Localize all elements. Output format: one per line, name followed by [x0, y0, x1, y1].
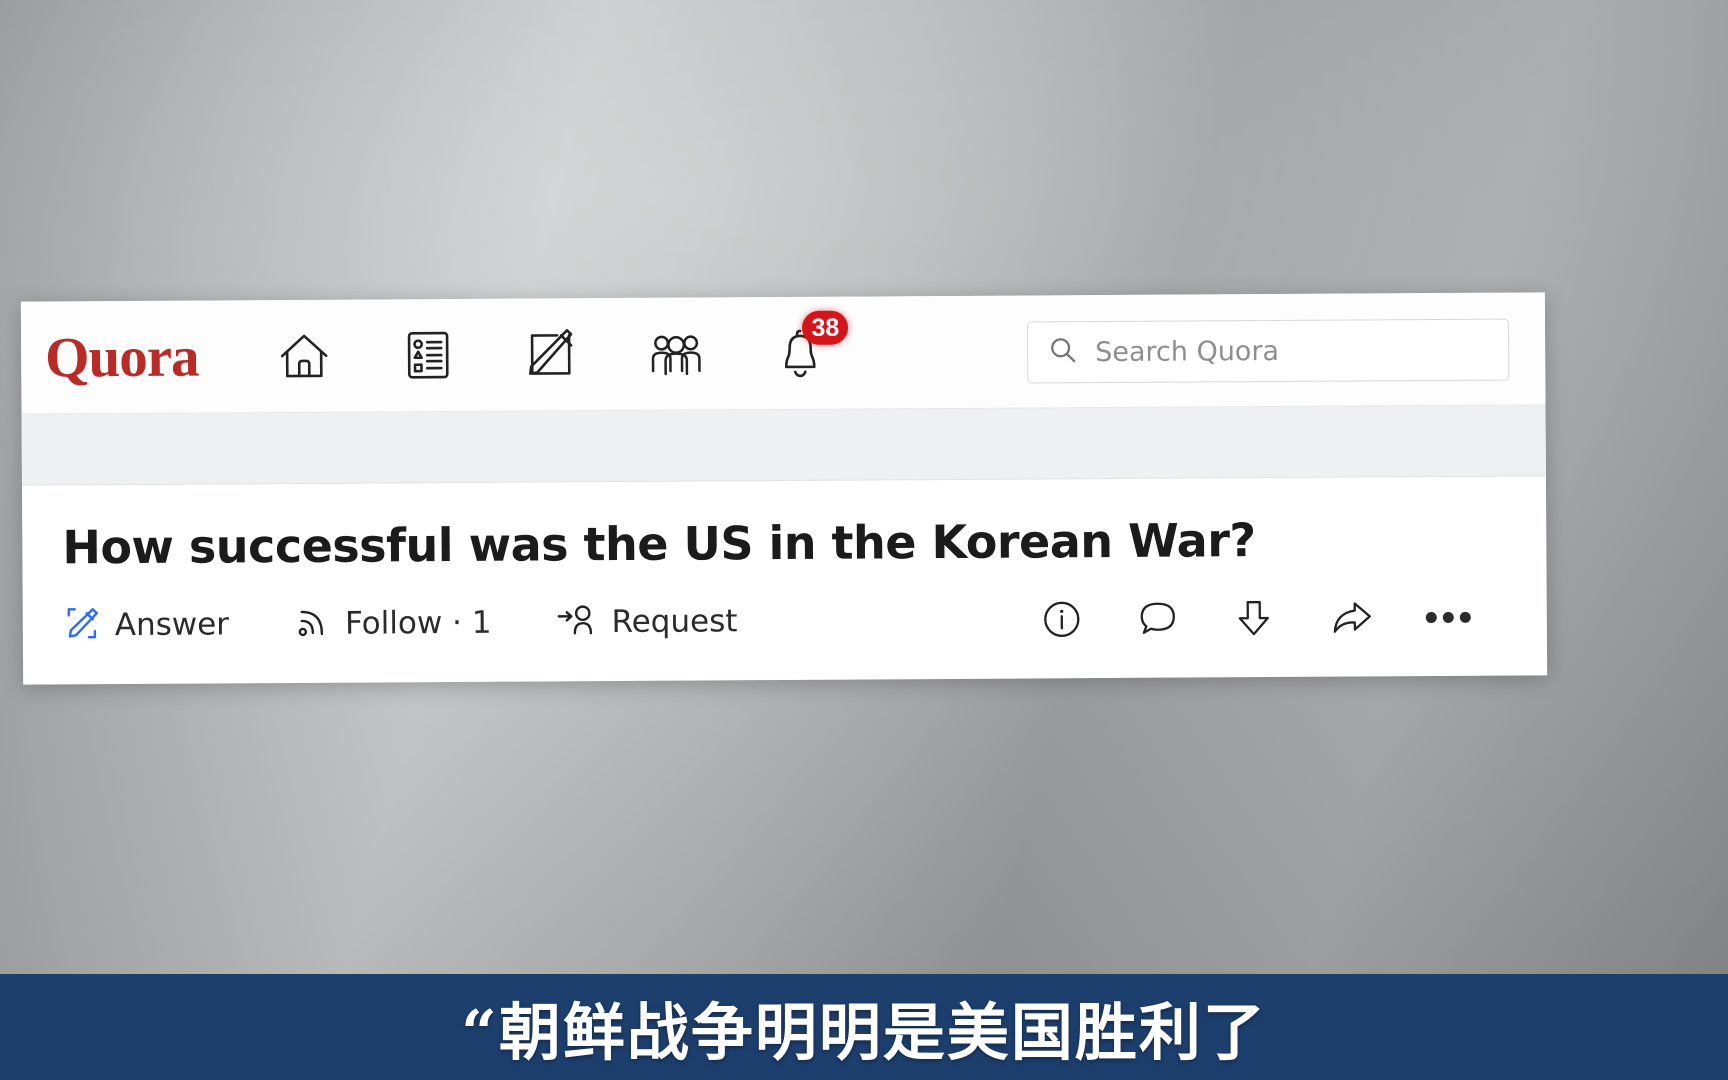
- question-action-row: Answer Follow · 1 Request: [63, 589, 1507, 654]
- share-arrow-icon[interactable]: [1328, 596, 1374, 640]
- question-title: How successful was the US in the Korean …: [62, 513, 1256, 575]
- pencil-answer-icon: [63, 604, 101, 647]
- question-body: How successful was the US in the Korean …: [22, 476, 1547, 654]
- search-placeholder: Search Quora: [1095, 335, 1280, 368]
- home-icon[interactable]: [276, 328, 332, 384]
- answer-label: Answer: [114, 606, 230, 644]
- follow-label: Follow · 1: [344, 605, 492, 642]
- request-person-icon: [555, 601, 597, 644]
- subtitle-bar: “朝鲜战争明明是美国胜利了: [0, 974, 1728, 1080]
- header-sub-band: [21, 405, 1546, 486]
- notification-badge: 38: [802, 310, 849, 345]
- question-right-actions: [1040, 595, 1471, 642]
- info-circle-icon[interactable]: [1040, 597, 1084, 641]
- follow-rss-icon: [293, 603, 331, 646]
- downvote-arrow-icon[interactable]: [1232, 596, 1276, 640]
- search-input[interactable]: Search Quora: [1026, 318, 1510, 384]
- spaces-people-icon[interactable]: [648, 325, 704, 381]
- answer-button[interactable]: Answer: [63, 603, 229, 647]
- quora-question-card: Quora 38 Search Quora How successful was…: [20, 292, 1548, 685]
- action-row-spacer: [801, 620, 1039, 621]
- request-label: Request: [611, 603, 738, 641]
- notifications-bell-icon[interactable]: 38: [772, 310, 849, 381]
- quora-nav: 38: [276, 310, 849, 384]
- write-answer-icon[interactable]: [524, 326, 580, 382]
- quora-logo[interactable]: Quora: [45, 325, 199, 389]
- comment-bubble-icon[interactable]: [1136, 597, 1180, 641]
- follow-button[interactable]: Follow · 1: [293, 602, 492, 646]
- request-button[interactable]: Request: [555, 600, 738, 644]
- quora-header: Quora 38 Search Quora: [20, 292, 1546, 415]
- more-dots-icon[interactable]: [1425, 611, 1471, 623]
- subtitle-text: “朝鲜战争明明是美国胜利了: [461, 996, 1267, 1069]
- search-icon: [1048, 335, 1078, 370]
- feed-list-icon[interactable]: [400, 327, 456, 383]
- screenshot-stage: Quora 38 Search Quora How successful was…: [0, 0, 1728, 1080]
